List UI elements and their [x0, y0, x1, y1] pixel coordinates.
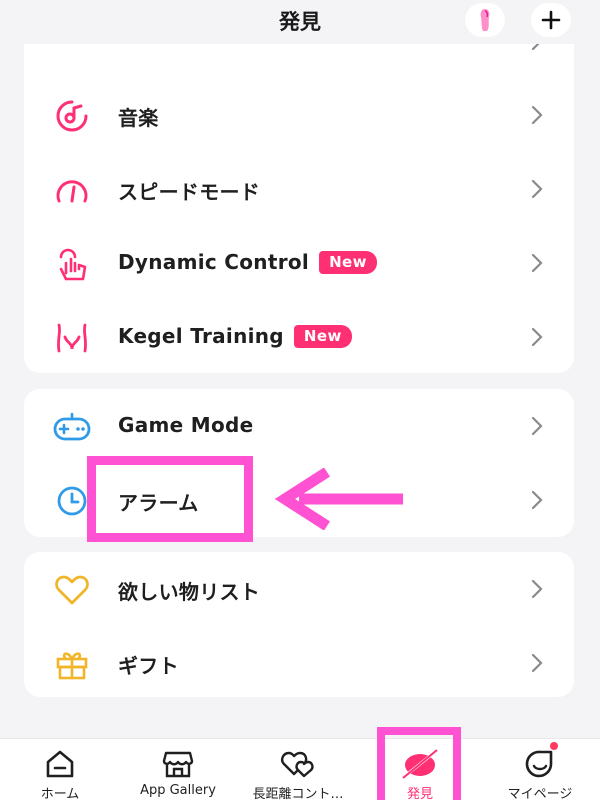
chevron-right-icon: [531, 327, 543, 347]
shopping-card: 欲しい物リスト ギフト: [24, 552, 574, 697]
list-item-label: スピードモード: [118, 180, 261, 204]
plus-icon: [541, 10, 561, 30]
tab-label: 長距離コント…: [252, 787, 344, 800]
speedometer-icon: [52, 172, 92, 208]
bottom-tab-bar: ホーム App Gallery 長距離コント… 発見 マイページ: [0, 738, 600, 800]
list-item-label: 音楽: [118, 106, 159, 130]
list-item-label: Game Mode: [118, 413, 254, 437]
tab-app-gallery[interactable]: App Gallery: [118, 739, 238, 800]
tab-long-distance[interactable]: 長距離コント…: [238, 739, 358, 800]
tab-label: ホーム: [40, 787, 80, 800]
chevron-right-icon: [531, 579, 543, 599]
device-icon: [480, 9, 490, 31]
chevron-right-icon: [531, 253, 543, 273]
tab-my-page[interactable]: マイページ: [480, 739, 600, 800]
annotation-highlight-box: [87, 456, 253, 542]
chevron-right-icon: [531, 179, 543, 199]
clock-icon: [52, 483, 92, 519]
long-distance-hearts-icon: [238, 747, 358, 781]
list-item-gift[interactable]: ギフト: [24, 626, 574, 697]
list-item-game-mode[interactable]: Game Mode: [24, 389, 574, 463]
tab-label: App Gallery: [140, 783, 216, 798]
list-item-wishlist[interactable]: 欲しい物リスト: [24, 552, 574, 626]
tab-home[interactable]: ホーム: [0, 739, 120, 800]
gamepad-icon: [52, 409, 92, 445]
add-button[interactable]: [531, 3, 571, 37]
list-item-label: 欲しい物リスト: [118, 580, 261, 604]
store-icon: [118, 747, 238, 781]
list-item-label: Dynamic Control New: [118, 250, 377, 274]
chevron-right-icon: [531, 105, 543, 125]
heart-icon: [52, 572, 92, 608]
page-title: 発見: [279, 10, 321, 34]
music-disc-icon: [52, 98, 92, 134]
chevron-right-icon: [531, 653, 543, 673]
new-badge: New: [319, 250, 377, 274]
notification-dot: [550, 742, 558, 750]
list-item-speed-mode[interactable]: スピードモード: [24, 152, 574, 226]
features-card: 音楽 スピードモード Dynamic Control New Kegel Tra…: [24, 20, 574, 373]
profile-icon: [480, 747, 600, 781]
annotation-arrow-left-icon: [275, 468, 403, 530]
list-item-dynamic-control[interactable]: Dynamic Control New: [24, 226, 574, 300]
chevron-right-icon: [531, 490, 543, 510]
home-icon: [0, 747, 120, 781]
chevron-right-icon: [531, 416, 543, 436]
hand-touch-icon: [52, 246, 92, 282]
device-button[interactable]: [465, 3, 505, 37]
annotation-tab-highlight-box: [377, 727, 461, 800]
list-item-label: ギフト: [118, 654, 179, 678]
list-item-kegel-training[interactable]: Kegel Training New: [24, 300, 574, 373]
tab-label: マイページ: [507, 787, 573, 800]
list-item-music[interactable]: 音楽: [24, 78, 574, 152]
pelvis-icon: [52, 320, 92, 356]
top-header: 発見: [0, 0, 600, 44]
list-item-label: Kegel Training New: [118, 324, 352, 348]
new-badge: New: [293, 324, 352, 348]
gift-icon: [52, 646, 92, 682]
